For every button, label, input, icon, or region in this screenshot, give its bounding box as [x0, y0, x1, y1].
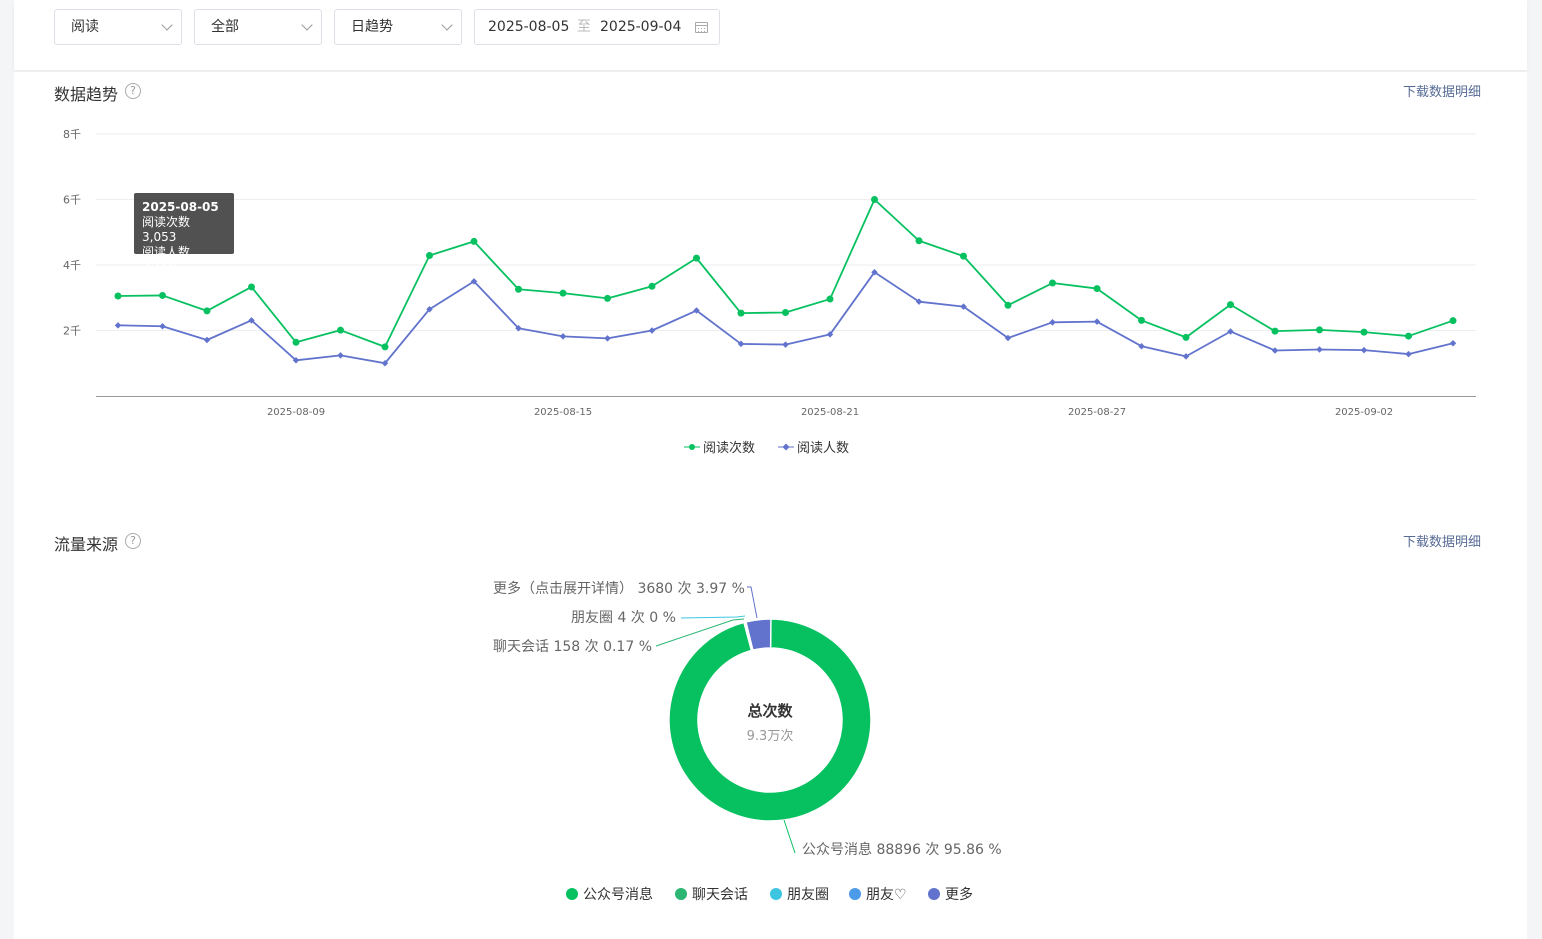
tooltip-line-readers: 阅读人数 2,158	[142, 245, 191, 274]
reads-point	[1182, 333, 1190, 341]
reads-point	[782, 308, 789, 316]
readers-point	[1360, 346, 1368, 354]
readers-point	[159, 322, 166, 330]
reads-point	[960, 252, 967, 260]
donut-center-value: 9.3万次	[746, 729, 794, 744]
readers-point	[1449, 340, 1457, 347]
y-tick-label: 8千	[63, 128, 81, 141]
legend-dot	[675, 888, 687, 900]
x-tick-label: 2025-08-27	[1068, 407, 1126, 418]
reads-point	[737, 309, 745, 317]
readers-point	[782, 341, 789, 348]
readers-point	[1316, 346, 1323, 353]
reads-point	[1449, 317, 1457, 325]
legend-label: 公众号消息	[583, 887, 653, 903]
legend-reads-marker	[684, 443, 700, 450]
y-tick-label: 4千	[63, 259, 81, 272]
legend-label: 朋友♡	[866, 887, 907, 903]
reads-point	[203, 307, 211, 315]
reads-point	[915, 237, 923, 245]
legend-label: 更多	[945, 887, 973, 903]
reads-point	[114, 292, 122, 300]
reads-point	[1227, 301, 1234, 309]
y-tick-label: 6千	[63, 194, 81, 207]
reads-point	[1316, 326, 1323, 334]
legend-chat[interactable]: 聊天会话	[675, 884, 748, 904]
leader-line-official	[783, 819, 796, 854]
legend-more[interactable]: 更多	[928, 884, 973, 904]
x-tick-label: 2025-09-02	[1335, 407, 1393, 418]
help-icon[interactable]: ?	[125, 533, 141, 549]
legend-readers[interactable]: 阅读人数	[778, 437, 849, 456]
legend-dot	[849, 888, 861, 900]
legend-dot	[770, 888, 782, 900]
donut-center: 总次数 9.3万次	[700, 700, 840, 744]
readers-point	[1405, 350, 1412, 358]
reads-point	[1271, 327, 1279, 335]
reads-point	[1138, 316, 1145, 324]
readers-point	[203, 336, 211, 344]
reads-point	[871, 196, 878, 203]
x-tick-label: 2025-08-09	[267, 407, 325, 418]
tooltip-line-reads: 阅读次数 3,053	[142, 215, 191, 244]
pie-label-moments: 朋友圈 4 次 0 %	[571, 610, 676, 626]
reads-point	[1049, 279, 1056, 287]
reads-point	[381, 343, 389, 351]
legend-readers-label: 阅读人数	[797, 441, 850, 456]
traffic-title: 流量来源	[54, 535, 119, 554]
legend-reads-label: 阅读次数	[703, 441, 756, 456]
reads-point	[292, 338, 300, 346]
leader-line-moments	[680, 615, 746, 619]
leader-line-more	[747, 586, 758, 619]
chart-tooltip: 2025-08-05 阅读次数 3,053 阅读人数 2,158	[134, 193, 234, 274]
reads-point	[515, 285, 522, 293]
readers-point	[114, 322, 122, 329]
reads-point	[1360, 328, 1368, 336]
reads-point	[559, 289, 567, 297]
reads-point	[693, 254, 700, 262]
legend-readers-marker	[778, 442, 794, 451]
y-tick-label: 2千	[63, 325, 81, 338]
traffic-download-link[interactable]: 下载数据明细	[1403, 531, 1481, 550]
reads-point	[1093, 285, 1101, 293]
pie-label-more[interactable]: 更多（点击展开详情） 3680 次 3.97 %	[493, 578, 745, 598]
x-tick-label: 2025-08-21	[801, 407, 859, 418]
x-tick-label: 2025-08-15	[534, 407, 592, 418]
reads-point	[604, 294, 611, 302]
pie-label-chat: 聊天会话 158 次 0.17 %	[493, 639, 652, 655]
legend-moments[interactable]: 朋友圈	[770, 884, 829, 904]
legend-official[interactable]: 公众号消息	[566, 884, 653, 904]
readers-point	[1049, 319, 1056, 326]
readers-point	[337, 352, 344, 359]
reads-point	[826, 295, 834, 303]
readers-point	[559, 333, 567, 340]
reads-point	[648, 282, 656, 290]
donut-center-title: 总次数	[747, 702, 793, 720]
reads-point	[426, 252, 433, 260]
reads-series-line	[117, 198, 1454, 348]
legend-label: 聊天会话	[692, 887, 748, 903]
legend-dot	[928, 888, 940, 900]
reads-point	[159, 291, 166, 299]
readers-point	[648, 327, 656, 334]
reads-point	[1405, 332, 1412, 340]
reads-point	[248, 283, 255, 291]
legend-friends[interactable]: 朋友♡	[849, 884, 907, 904]
readers-point	[1271, 347, 1279, 354]
readers-point	[604, 335, 611, 342]
tooltip-date: 2025-08-05	[142, 200, 219, 214]
reads-point	[1004, 301, 1012, 309]
pie-label-official: 公众号消息 88896 次 95.86 %	[802, 842, 1002, 858]
legend-label: 朋友圈	[787, 887, 829, 903]
legend-reads[interactable]: 阅读次数	[684, 437, 755, 456]
reads-point	[337, 326, 344, 334]
legend-dot	[566, 888, 578, 900]
reads-point	[470, 237, 478, 245]
